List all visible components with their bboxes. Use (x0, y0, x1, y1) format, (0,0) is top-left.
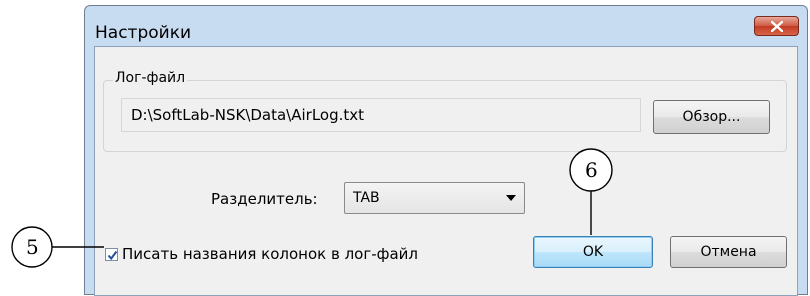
callout-6-number: 6 (585, 158, 598, 182)
cancel-button[interactable]: Отмена (670, 236, 787, 268)
log-file-path-field[interactable]: D:\SoftLab-NSK\Data\AirLog.txt (121, 98, 641, 132)
settings-dialog: Настройки Лог-файл D:\SoftLab-NSK\Data\A… (84, 5, 808, 296)
write-headers-label[interactable]: Писать названия колонок в лог-файл (122, 245, 418, 263)
log-file-group-label: Лог-файл (113, 70, 188, 86)
separator-selected-value: TAB (353, 190, 380, 206)
callout-5-number: 5 (26, 235, 39, 259)
separator-label: Разделитель: (211, 190, 318, 208)
close-icon (771, 21, 783, 32)
checkmark-icon (107, 250, 118, 261)
write-headers-checkbox[interactable] (105, 248, 118, 261)
dialog-client-area: Лог-файл D:\SoftLab-NSK\Data\AirLog.txt … (94, 46, 798, 296)
browse-button[interactable]: Обзор... (653, 100, 770, 134)
close-button[interactable] (754, 16, 799, 36)
separator-select[interactable]: TAB (344, 182, 525, 214)
chevron-down-icon (506, 195, 516, 201)
ok-button[interactable]: OK (533, 236, 653, 268)
dialog-title: Настройки (95, 23, 192, 43)
